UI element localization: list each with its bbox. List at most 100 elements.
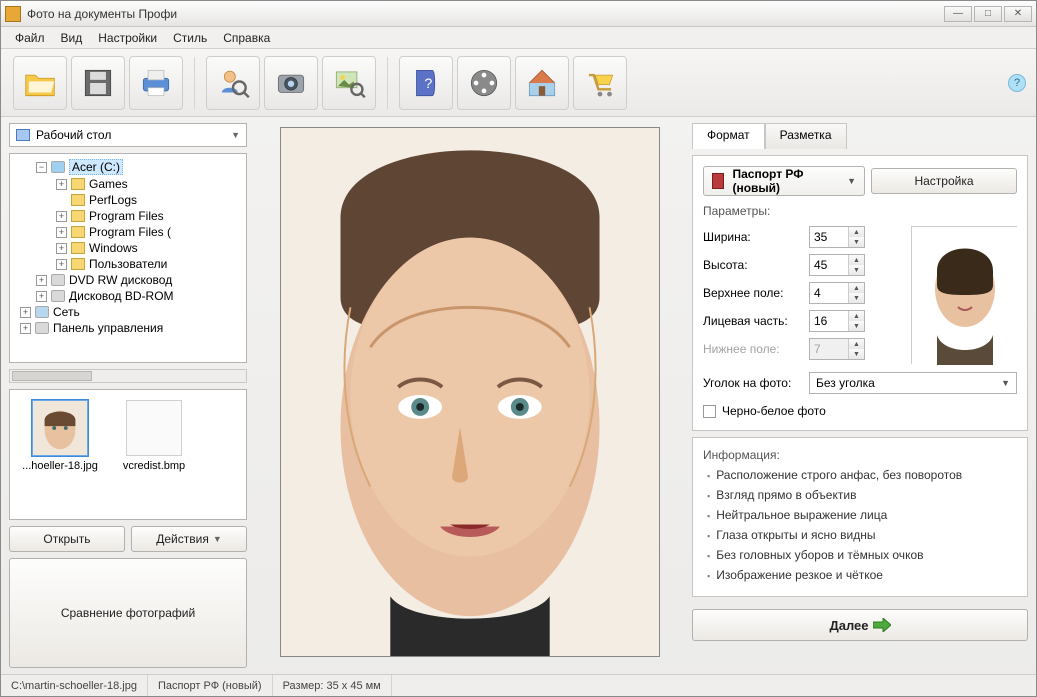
menu-settings[interactable]: Настройки xyxy=(90,29,165,47)
width-input[interactable] xyxy=(810,227,848,247)
face-label: Лицевая часть: xyxy=(703,314,803,328)
menu-help[interactable]: Справка xyxy=(215,29,278,47)
folder-tree[interactable]: −Acer (C:) +Games PerfLogs +Program File… xyxy=(9,153,247,363)
search-user-button[interactable] xyxy=(206,56,260,110)
corner-label: Уголок на фото: xyxy=(703,376,803,390)
help-book-button[interactable]: ? xyxy=(399,56,453,110)
height-stepper[interactable]: ▲▼ xyxy=(809,254,865,276)
corner-select[interactable]: Без уголка ▼ xyxy=(809,372,1017,394)
open-button[interactable]: Открыть xyxy=(9,526,125,552)
info-item: Глаза открыты и ясно видны xyxy=(716,528,875,544)
portrait-image xyxy=(281,128,659,656)
cart-icon xyxy=(581,64,619,102)
top-input[interactable] xyxy=(810,283,848,303)
app-icon xyxy=(5,6,21,22)
open-folder-icon xyxy=(21,64,59,102)
info-item: Изображение резкое и чёткое xyxy=(716,568,883,584)
top-label: Верхнее поле: xyxy=(703,286,803,300)
next-button[interactable]: Далее xyxy=(692,609,1028,641)
minimize-button[interactable]: — xyxy=(944,6,972,22)
menu-view[interactable]: Вид xyxy=(53,29,91,47)
film-reel-icon xyxy=(465,64,503,102)
statusbar: C:\martin-schoeller-18.jpg Паспорт РФ (н… xyxy=(1,674,1036,696)
tree-hscrollbar[interactable] xyxy=(9,369,247,383)
menubar: Файл Вид Настройки Стиль Справка xyxy=(1,27,1036,49)
home-icon xyxy=(523,64,561,102)
location-label: Рабочий стол xyxy=(36,128,111,142)
info-item: Нейтральное выражение лица xyxy=(716,508,887,524)
thumbnail-panel: ...hoeller-18.jpg vcredist.bmp xyxy=(9,389,247,520)
face-stepper[interactable]: ▲▼ xyxy=(809,310,865,332)
menu-file[interactable]: Файл xyxy=(7,29,53,47)
tree-cp[interactable]: Панель управления xyxy=(53,321,163,335)
height-label: Высота: xyxy=(703,258,803,272)
save-button[interactable] xyxy=(71,56,125,110)
chevron-down-icon: ▼ xyxy=(231,130,240,140)
open-folder-button[interactable] xyxy=(13,56,67,110)
actions-button[interactable]: Действия▼ xyxy=(131,526,247,552)
tab-format[interactable]: Формат xyxy=(692,123,765,149)
tree-users[interactable]: Пользователи xyxy=(89,257,167,271)
tree-acer[interactable]: Acer (C:) xyxy=(69,159,123,175)
tree-pf[interactable]: Program Files xyxy=(89,209,164,223)
corner-value: Без уголка xyxy=(816,376,875,390)
info-label: Информация: xyxy=(703,448,1017,462)
print-icon xyxy=(137,64,175,102)
format-selected-label: Паспорт РФ (новый) xyxy=(732,167,839,195)
thumbnail-item[interactable]: ...hoeller-18.jpg xyxy=(20,400,100,472)
tree-games[interactable]: Games xyxy=(89,177,128,191)
toolbar: ? ? xyxy=(1,49,1036,117)
camera-button[interactable] xyxy=(264,56,318,110)
picture-search-icon xyxy=(330,64,368,102)
info-item: Взгляд прямо в объектив xyxy=(716,488,856,504)
video-button[interactable] xyxy=(457,56,511,110)
menu-style[interactable]: Стиль xyxy=(165,29,215,47)
settings-button[interactable]: Настройка xyxy=(871,168,1017,194)
camera-icon xyxy=(272,64,310,102)
params-label: Параметры: xyxy=(703,204,1017,218)
thumbnail-label: vcredist.bmp xyxy=(114,460,194,472)
titlebar: Фото на документы Профи — □ ✕ xyxy=(1,1,1036,27)
location-combo[interactable]: Рабочий стол ▼ xyxy=(9,123,247,147)
thumbnail-item[interactable]: vcredist.bmp xyxy=(114,400,194,472)
format-select[interactable]: Паспорт РФ (новый) ▼ xyxy=(703,166,865,196)
compare-button[interactable]: Сравнение фотографий xyxy=(9,558,247,669)
close-button[interactable]: ✕ xyxy=(1004,6,1032,22)
tab-layout[interactable]: Разметка xyxy=(765,123,847,149)
home-button[interactable] xyxy=(515,56,569,110)
tabs: Формат Разметка xyxy=(692,123,1028,149)
window-title: Фото на документы Профи xyxy=(27,7,944,21)
tree-dvd[interactable]: DVD RW дисковод xyxy=(69,273,172,287)
thumbnail-label: ...hoeller-18.jpg xyxy=(20,460,100,472)
bottom-input xyxy=(810,339,848,359)
chevron-down-icon: ▼ xyxy=(1001,378,1010,388)
sample-photo xyxy=(911,226,1017,364)
maximize-button[interactable]: □ xyxy=(974,6,1002,22)
chevron-down-icon: ▼ xyxy=(847,176,856,186)
info-item: Расположение строго анфас, без поворотов xyxy=(716,468,962,484)
width-stepper[interactable]: ▲▼ xyxy=(809,226,865,248)
status-path: C:\martin-schoeller-18.jpg xyxy=(1,675,148,696)
help-book-icon: ? xyxy=(407,64,445,102)
status-format: Паспорт РФ (новый) xyxy=(148,675,273,696)
height-input[interactable] xyxy=(810,255,848,275)
tree-perflogs[interactable]: PerfLogs xyxy=(89,193,137,207)
print-button[interactable] xyxy=(129,56,183,110)
cart-button[interactable] xyxy=(573,56,627,110)
info-item: Без головных уборов и тёмных очков xyxy=(716,548,923,564)
info-list: Расположение строго анфас, без поворотов… xyxy=(703,466,1017,586)
tree-pf2[interactable]: Program Files ( xyxy=(89,225,171,239)
search-user-icon xyxy=(214,64,252,102)
picture-search-button[interactable] xyxy=(322,56,376,110)
top-stepper[interactable]: ▲▼ xyxy=(809,282,865,304)
help-bubble-button[interactable]: ? xyxy=(1008,74,1026,92)
monitor-icon xyxy=(16,129,30,141)
main-photo xyxy=(280,127,660,657)
status-size: Размер: 35 x 45 мм xyxy=(273,675,392,696)
tree-bd[interactable]: Дисковод BD-ROM xyxy=(69,289,174,303)
bw-checkbox[interactable] xyxy=(703,405,716,418)
tree-net[interactable]: Сеть xyxy=(53,305,80,319)
face-input[interactable] xyxy=(810,311,848,331)
tree-windows[interactable]: Windows xyxy=(89,241,138,255)
bottom-stepper: ▲▼ xyxy=(809,338,865,360)
